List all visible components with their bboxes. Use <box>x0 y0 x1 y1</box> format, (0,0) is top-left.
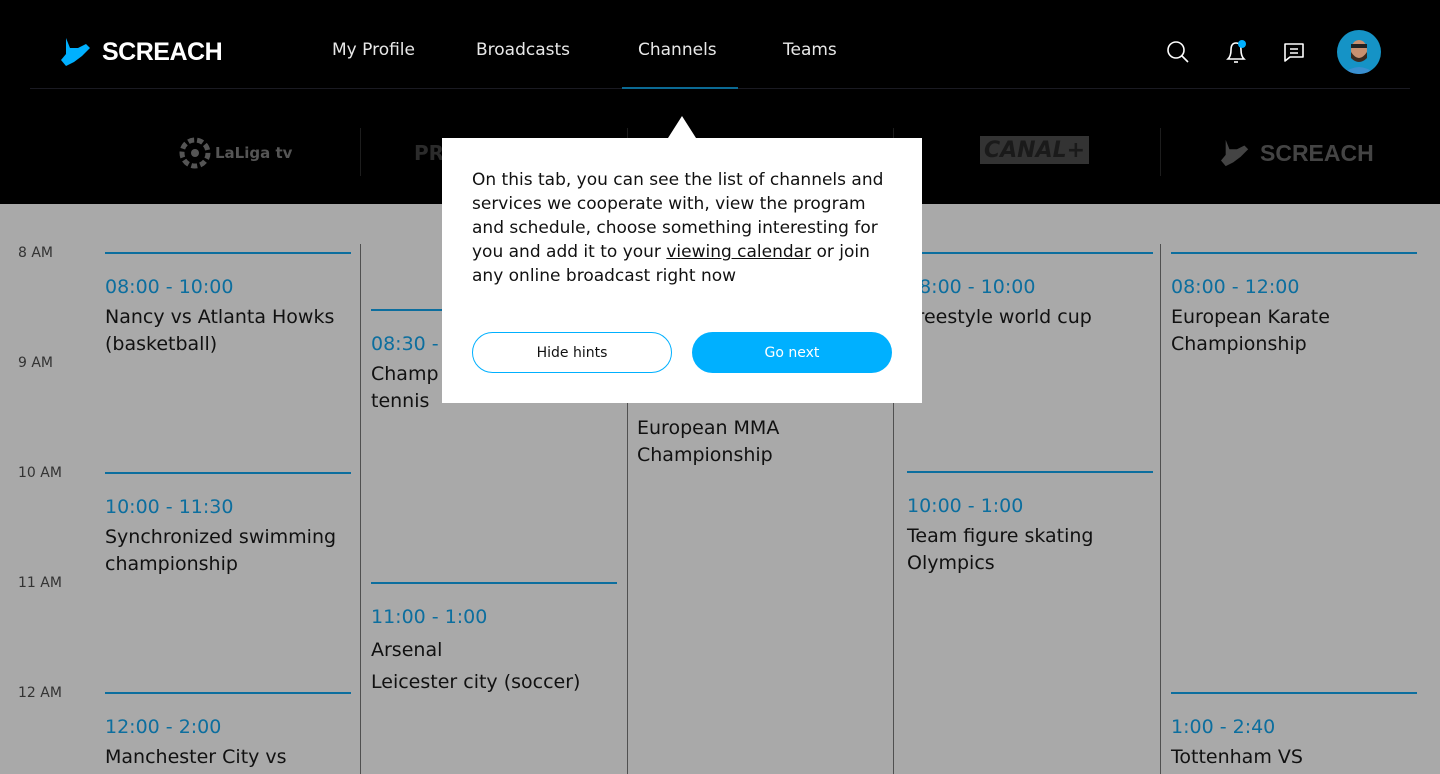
channel-canal-plus[interactable]: CANAL+ <box>980 136 1090 164</box>
event-card[interactable]: 10:00 - 1:00 Team figure skating Olympics <box>907 471 1153 577</box>
channel-divider <box>1160 128 1161 176</box>
event-card[interactable]: 1:00 - 2:40 Tottenham VS <box>1171 692 1417 771</box>
event-card[interactable]: 10:00 - 11:30 Synchronized swimming champ… <box>105 472 351 578</box>
hint-text: On this tab, you can see the list of cha… <box>472 170 884 286</box>
event-time: 08:00 - 10:00 <box>105 276 234 298</box>
hand-logo-icon <box>1221 139 1249 167</box>
event-card[interactable]: 11:00 - 1:00 Arsenal Leicester city (socc… <box>371 582 617 698</box>
nav-my-profile[interactable]: My Profile <box>332 40 415 60</box>
event-time: 11:00 - 1:00 <box>371 606 488 628</box>
bell-icon[interactable] <box>1224 38 1250 66</box>
active-tab-indicator <box>622 87 738 89</box>
event-time: 1:00 - 2:40 <box>1171 716 1276 738</box>
hour-label: 12 AM <box>18 685 62 701</box>
event-card[interactable]: 08:00 - 12:00 European Karate Championshi… <box>1171 252 1417 358</box>
hand-logo-icon <box>61 38 90 66</box>
event-card[interactable]: 08:00 - 10:00 Nancy vs Atlanta Howks (bas… <box>105 252 351 358</box>
brand-name: SCREACH <box>102 37 223 66</box>
hour-label: 8 AM <box>18 245 54 261</box>
column-divider <box>360 244 361 774</box>
notification-dot <box>1238 40 1246 48</box>
event-title: Nancy vs Atlanta Howks (basketball) <box>105 306 335 355</box>
nav-teams[interactable]: Teams <box>783 40 837 60</box>
event-title: Champ tennis <box>371 363 439 412</box>
chat-icon[interactable] <box>1282 40 1306 64</box>
hide-hints-button[interactable]: Hide hints <box>472 332 672 373</box>
column-divider <box>1160 244 1161 774</box>
event-time: 12:00 - 2:00 <box>105 716 222 738</box>
search-icon[interactable] <box>1166 40 1190 64</box>
laliga-logo-icon <box>179 137 211 169</box>
channel-divider <box>360 128 361 176</box>
event-time: 08:00 - 12:00 <box>1171 276 1300 298</box>
user-photo <box>1343 40 1375 74</box>
event-time: 08:00 - 10:00 <box>907 276 1036 298</box>
viewing-calendar-link[interactable]: viewing calendar <box>666 242 811 262</box>
avatar[interactable] <box>1337 30 1381 74</box>
hint-pointer <box>668 116 696 138</box>
hour-label: 11 AM <box>18 575 62 591</box>
event-title: European MMA Championship <box>637 417 780 466</box>
event-time: 10:00 - 11:30 <box>105 496 234 518</box>
hour-label: 10 AM <box>18 465 62 481</box>
event-title: Freestyle world cup <box>907 306 1092 328</box>
event-title: Synchronized swimming championship <box>105 526 337 575</box>
nav-broadcasts[interactable]: Broadcasts <box>476 40 570 60</box>
event-time: 10:00 - 1:00 <box>907 495 1024 517</box>
channel-screach[interactable]: SCREACH <box>1220 130 1374 176</box>
event-card[interactable]: 12:00 - 2:00 Manchester City vs <box>105 692 351 771</box>
hour-label: 9 AM <box>18 355 54 371</box>
brand-logo[interactable]: SCREACH <box>60 36 223 68</box>
go-next-button[interactable]: Go next <box>692 332 892 373</box>
hint-popup: On this tab, you can see the list of cha… <box>442 138 922 403</box>
channel-pr[interactable]: PR <box>414 130 444 176</box>
event-title: Arsenal Leicester city (soccer) <box>371 639 581 693</box>
event-title: Team figure skating Olympics <box>907 525 1094 574</box>
event-card[interactable]: 08:00 - 10:00 Freestyle world cup <box>907 252 1153 331</box>
event-title: European Karate Championship <box>1171 306 1330 355</box>
nav-channels[interactable]: Channels <box>638 40 717 60</box>
channel-laliga[interactable]: LaLiga tv <box>179 130 292 176</box>
